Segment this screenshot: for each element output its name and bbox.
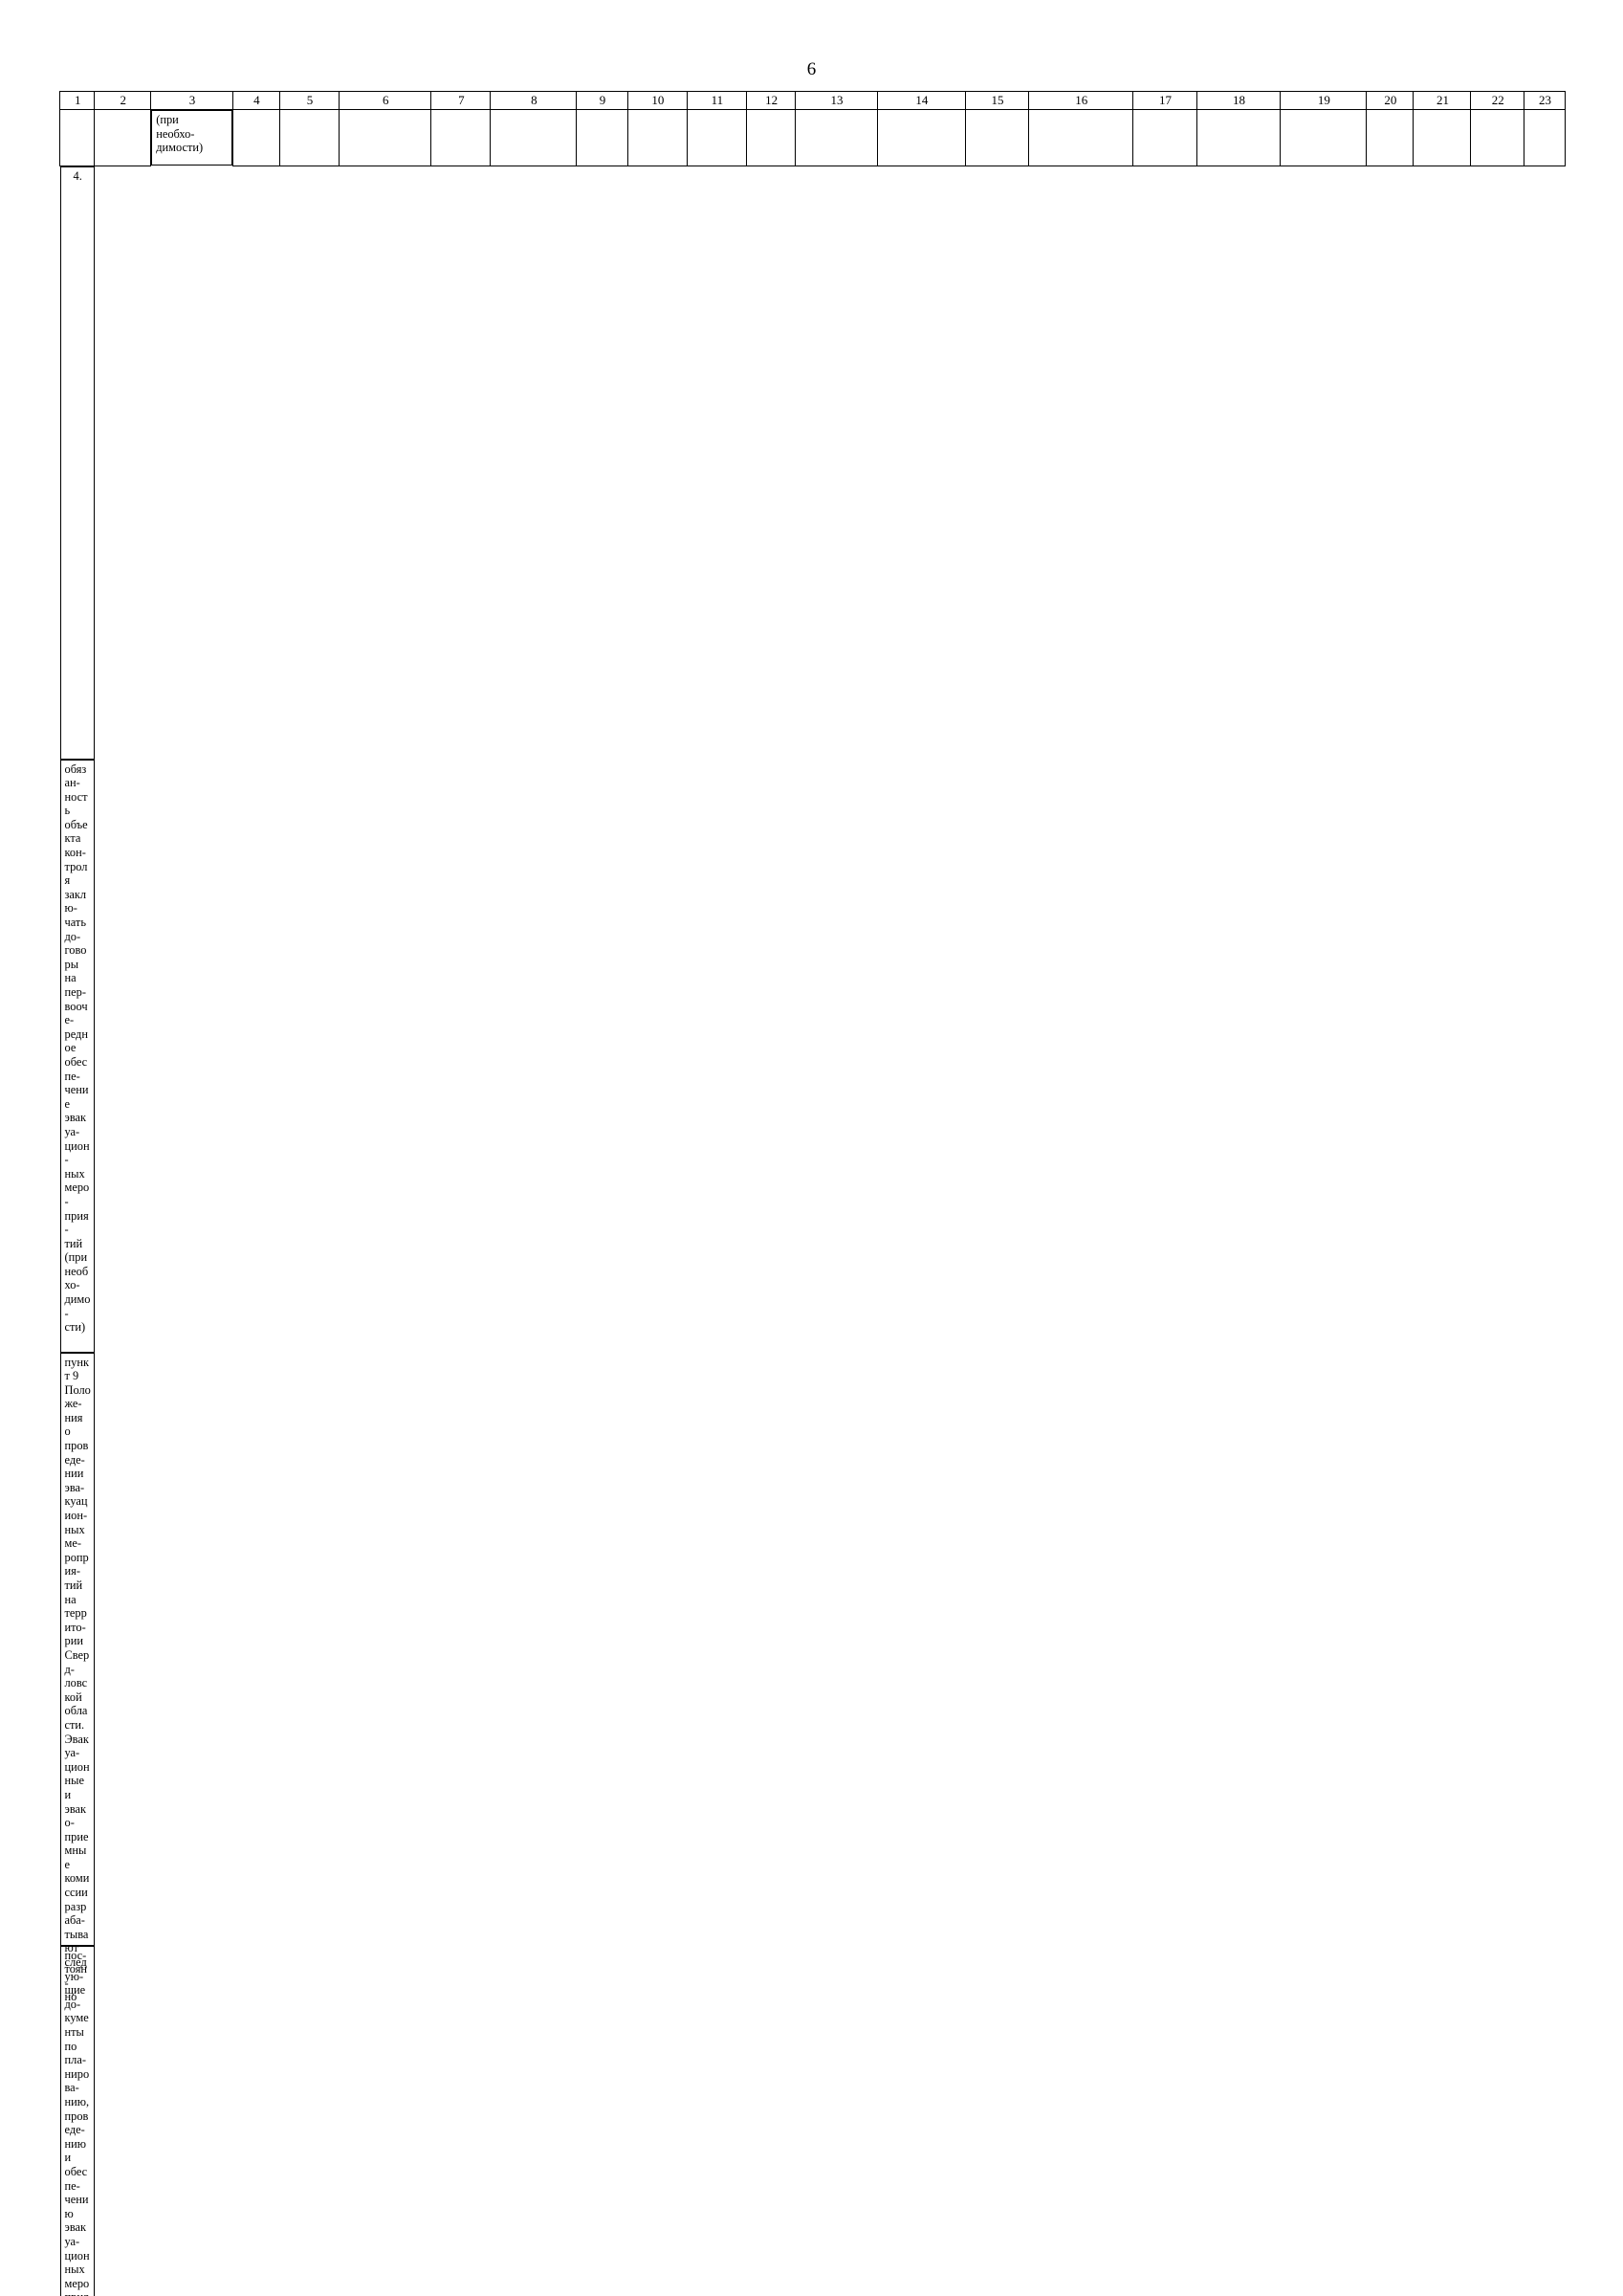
column-number-6: 6: [340, 92, 431, 110]
cell-c5: [280, 110, 340, 166]
column-number-16: 16: [1029, 92, 1133, 110]
cell-c15: [965, 110, 1028, 166]
cell-c9: [577, 110, 628, 166]
cell-c8: [491, 110, 577, 166]
column-number-21: 21: [1414, 92, 1471, 110]
cell-c12: [746, 110, 795, 166]
cell-c7: [431, 110, 491, 166]
cell-c16: [1029, 110, 1133, 166]
column-number-1: 1: [60, 92, 95, 110]
cell-obligation-description: обязан- ность объекта кон- троля заклю- …: [60, 760, 95, 1353]
cell-c1: [60, 110, 95, 166]
column-number-19: 19: [1281, 92, 1367, 110]
page-number: 6: [0, 59, 1623, 80]
cell-c21: [1414, 110, 1471, 166]
column-number-17: 17: [1133, 92, 1196, 110]
column-number-15: 15: [965, 92, 1028, 110]
column-number-18: 18: [1196, 92, 1281, 110]
column-number-13: 13: [796, 92, 878, 110]
column-number-10: 10: [627, 92, 687, 110]
column-number-23: 23: [1524, 92, 1566, 110]
cell-c22: [1471, 110, 1524, 166]
document-page: 6 1 2 3 4 5 6 7: [0, 0, 1623, 1148]
cell-c11: [687, 110, 746, 166]
cell-c6: [340, 110, 431, 166]
column-number-2: 2: [95, 92, 151, 110]
cell-c20: [1367, 110, 1414, 166]
column-number-4: 4: [232, 92, 279, 110]
continuation-row: (при необхо- димости): [60, 110, 1566, 166]
regulatory-requirements-table: 1 2 3 4 5 6 7 8 9 10 11 12 13 14 15 16 1: [59, 91, 1566, 2296]
column-number-14: 14: [877, 92, 965, 110]
column-number-12: 12: [746, 92, 795, 110]
column-number-11: 11: [687, 92, 746, 110]
cell-c23: [1524, 110, 1566, 166]
column-number-7: 7: [431, 92, 491, 110]
regulatory-requirements-table-container: 1 2 3 4 5 6 7 8 9 10 11 12 13 14 15 16 1: [59, 91, 1566, 2296]
column-number-5: 5: [280, 92, 340, 110]
cell-c4: [232, 110, 279, 166]
row-number: 4.: [60, 166, 95, 760]
table-row: 4. обязан- ность объекта кон- троля закл…: [60, 166, 1566, 2296]
column-number-20: 20: [1367, 92, 1414, 110]
cell-c17: [1133, 110, 1196, 166]
cell-c10: [627, 110, 687, 166]
column-number-row: 1 2 3 4 5 6 7 8 9 10 11 12 13 14 15 16 1: [60, 92, 1566, 110]
column-number-9: 9: [577, 92, 628, 110]
column-number-22: 22: [1471, 92, 1524, 110]
cell-c3: (при необхо- димости): [151, 110, 232, 166]
cell-c2: [95, 110, 151, 166]
cell-c13: [796, 110, 878, 166]
cell-c14: [877, 110, 965, 166]
cell-c19: [1281, 110, 1367, 166]
column-number-3: 3: [151, 92, 233, 110]
cell-legal-basis: пункт 9 Положе- ния о проведе- нии эва- …: [60, 1353, 95, 1946]
column-number-8: 8: [491, 92, 577, 110]
cell-c18: [1196, 110, 1281, 166]
